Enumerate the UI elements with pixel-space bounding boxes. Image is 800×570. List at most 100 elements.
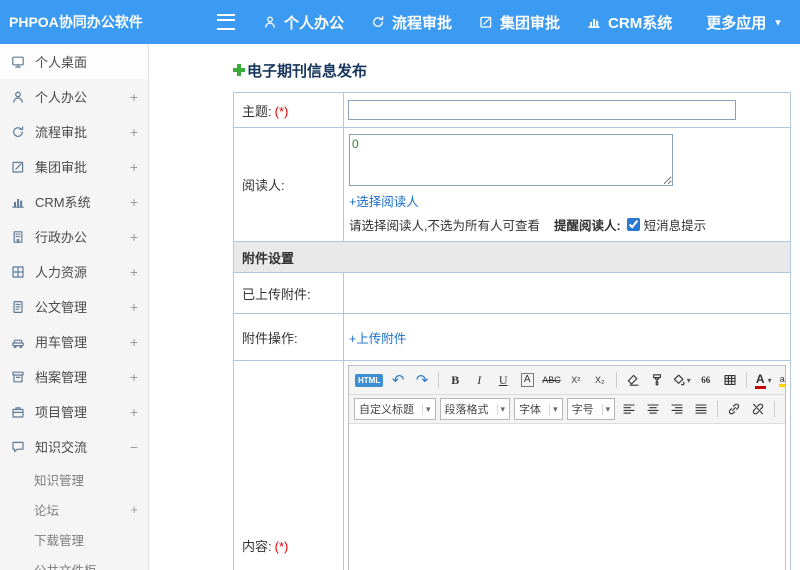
strikethrough-button[interactable]: ABC bbox=[540, 369, 563, 391]
font-size-select[interactable]: 字号 bbox=[566, 398, 616, 420]
sidebar-item-project-management[interactable]: 项目管理 + bbox=[0, 394, 148, 429]
editor-content-area[interactable] bbox=[349, 424, 785, 570]
underline-button[interactable]: U bbox=[492, 369, 514, 391]
expand-toggle-icon[interactable]: + bbox=[126, 89, 138, 105]
paint-bucket-button[interactable] bbox=[670, 369, 693, 391]
readers-label: 阅读人: bbox=[233, 127, 344, 242]
sidebar-item-personal-desktop[interactable]: 个人桌面 bbox=[0, 44, 148, 79]
sidebar-subitem-forum[interactable]: 论坛 + bbox=[0, 494, 148, 524]
hamburger-menu-icon[interactable] bbox=[217, 14, 235, 30]
expand-toggle-icon[interactable]: + bbox=[126, 404, 138, 420]
undo-button[interactable]: ↶ bbox=[387, 369, 409, 391]
subscript-button[interactable]: X₂ bbox=[589, 369, 611, 391]
sidebar-item-personal-office[interactable]: 个人办公 + bbox=[0, 79, 148, 114]
expand-toggle-icon[interactable]: + bbox=[126, 264, 138, 280]
editor-toolbar-row2-icons bbox=[617, 398, 785, 420]
html-source-button[interactable]: HTML bbox=[353, 369, 385, 391]
sidebar-subitem-knowledge-management[interactable]: 知识管理 bbox=[0, 464, 148, 494]
nav-personal-office[interactable]: 个人办公 bbox=[263, 12, 344, 33]
table-icon bbox=[723, 373, 737, 387]
bold-button[interactable]: B bbox=[444, 369, 466, 391]
sidebar-item-group-approval[interactable]: 集团审批 + bbox=[0, 149, 148, 184]
uploaded-attachments-value bbox=[343, 272, 791, 314]
editor-toolbar-row2: 自定义标题 段落格式 字体 bbox=[349, 395, 785, 424]
expand-toggle-icon[interactable]: + bbox=[126, 194, 138, 210]
expand-toggle-icon[interactable]: + bbox=[126, 124, 138, 140]
required-mark: (*) bbox=[274, 538, 289, 554]
align-center-icon bbox=[646, 402, 660, 416]
top-bar: PHPOA协同办公软件 个人办公 流程审批 集团审批 CRM系统 更多应用 ▾ bbox=[0, 0, 800, 44]
expand-toggle-icon[interactable]: + bbox=[126, 229, 138, 245]
sidebar-item-archive-management[interactable]: 档案管理 + bbox=[0, 359, 148, 394]
link-button[interactable] bbox=[723, 398, 745, 420]
expand-toggle-icon[interactable]: + bbox=[126, 159, 138, 175]
align-justify-button[interactable] bbox=[690, 398, 712, 420]
sidebar-item-knowledge-exchange[interactable]: 知识交流 − bbox=[0, 429, 148, 464]
upload-attachment-link[interactable]: +上传附件 bbox=[349, 328, 406, 347]
font-box-button[interactable]: A bbox=[516, 369, 538, 391]
toolbar-separator bbox=[774, 401, 776, 417]
top-navigation: 个人办公 流程审批 集团审批 CRM系统 更多应用 ▾ bbox=[263, 12, 781, 33]
format-painter-button[interactable] bbox=[646, 369, 668, 391]
person-icon bbox=[11, 90, 27, 104]
select-readers-link[interactable]: +选择阅读人 bbox=[349, 191, 419, 210]
blockquote-button[interactable]: 66 bbox=[695, 369, 717, 391]
sidebar-item-document-management[interactable]: 公文管理 + bbox=[0, 289, 148, 324]
sidebar-item-admin-office[interactable]: 行政办公 + bbox=[0, 219, 148, 254]
chart-icon bbox=[11, 195, 27, 209]
uploaded-attachments-row: 已上传附件: bbox=[233, 272, 791, 314]
uploaded-attachments-label: 已上传附件: bbox=[233, 272, 344, 314]
superscript-button[interactable]: X² bbox=[565, 369, 587, 391]
sms-label: 短消息提示 bbox=[643, 219, 707, 233]
nav-group-approval[interactable]: 集团审批 bbox=[479, 12, 560, 33]
image-button[interactable] bbox=[780, 398, 785, 420]
remind-readers-label: 提醒阅读人: bbox=[553, 219, 621, 233]
readers-hint: 请选择阅读人,不选为所有人可查看 提醒阅读人: 短消息提示 bbox=[349, 215, 786, 234]
editor-format-selects: 自定义标题 段落格式 字体 bbox=[352, 398, 617, 420]
publish-form-table: 主题: (*) 阅读人: 0 +选择阅读人 请选择阅读人,不选为所有人可查看 提醒… bbox=[233, 92, 791, 570]
nav-crm-system[interactable]: CRM系统 bbox=[587, 12, 672, 33]
rich-text-editor: HTML ↶ ↷ B I U A ABC X² X₂ ▾ 66 A ▾ a ▾ … bbox=[348, 365, 786, 570]
expand-toggle-icon[interactable]: + bbox=[126, 369, 138, 385]
expand-toggle-icon[interactable]: − bbox=[126, 439, 138, 455]
expand-toggle-icon[interactable]: + bbox=[126, 502, 138, 517]
paragraph-select[interactable]: 段落格式 bbox=[439, 398, 511, 420]
readers-textarea[interactable]: 0 bbox=[349, 134, 673, 186]
nav-workflow-approval[interactable]: 流程审批 bbox=[371, 12, 452, 33]
subject-row: 主题: (*) bbox=[233, 92, 791, 128]
table-button[interactable] bbox=[719, 369, 741, 391]
add-plus-icon bbox=[233, 64, 245, 76]
sidebar-item-human-resources[interactable]: 人力资源 + bbox=[0, 254, 148, 289]
sidebar-item-crm-system[interactable]: CRM系统 + bbox=[0, 184, 148, 219]
sidebar-item-workflow-approval[interactable]: 流程审批 + bbox=[0, 114, 148, 149]
app-brand: PHPOA协同办公软件 bbox=[9, 14, 143, 30]
sidebar-subitem-public-file-cabinet[interactable]: 公共文件柜 bbox=[0, 554, 148, 570]
sms-remind-checkbox[interactable] bbox=[626, 218, 640, 231]
redo-button[interactable]: ↷ bbox=[411, 369, 433, 391]
document-icon bbox=[11, 300, 27, 314]
font-color-button[interactable]: A bbox=[752, 369, 774, 391]
expand-toggle-icon[interactable]: + bbox=[126, 334, 138, 350]
person-icon bbox=[263, 15, 277, 29]
brush-icon bbox=[650, 373, 664, 387]
toolbar-separator bbox=[717, 401, 719, 417]
eraser-button[interactable] bbox=[622, 369, 644, 391]
sidebar-subitem-download-management[interactable]: 下载管理 bbox=[0, 524, 148, 554]
nav-more-apps[interactable]: 更多应用 bbox=[699, 12, 781, 33]
sidebar-item-vehicle-management[interactable]: 用车管理 + bbox=[0, 324, 148, 359]
heading-select[interactable]: 自定义标题 bbox=[354, 398, 436, 420]
content-row: 内容: (*) HTML ↶ ↷ B I U A ABC X² X₂ ▾ 66 … bbox=[233, 360, 791, 570]
toolbar-separator bbox=[745, 372, 747, 388]
paint-icon bbox=[672, 373, 686, 387]
flow-icon bbox=[11, 125, 27, 139]
highlight-button[interactable]: ab bbox=[776, 369, 785, 391]
font-family-select[interactable]: 字体 bbox=[514, 398, 563, 420]
align-left-button[interactable] bbox=[618, 398, 640, 420]
align-center-button[interactable] bbox=[642, 398, 664, 420]
unlink-button[interactable] bbox=[747, 398, 769, 420]
italic-button[interactable]: I bbox=[468, 369, 490, 391]
expand-toggle-icon[interactable]: + bbox=[126, 299, 138, 315]
subject-input[interactable] bbox=[348, 100, 736, 120]
grid-icon bbox=[11, 265, 27, 279]
align-right-button[interactable] bbox=[666, 398, 688, 420]
